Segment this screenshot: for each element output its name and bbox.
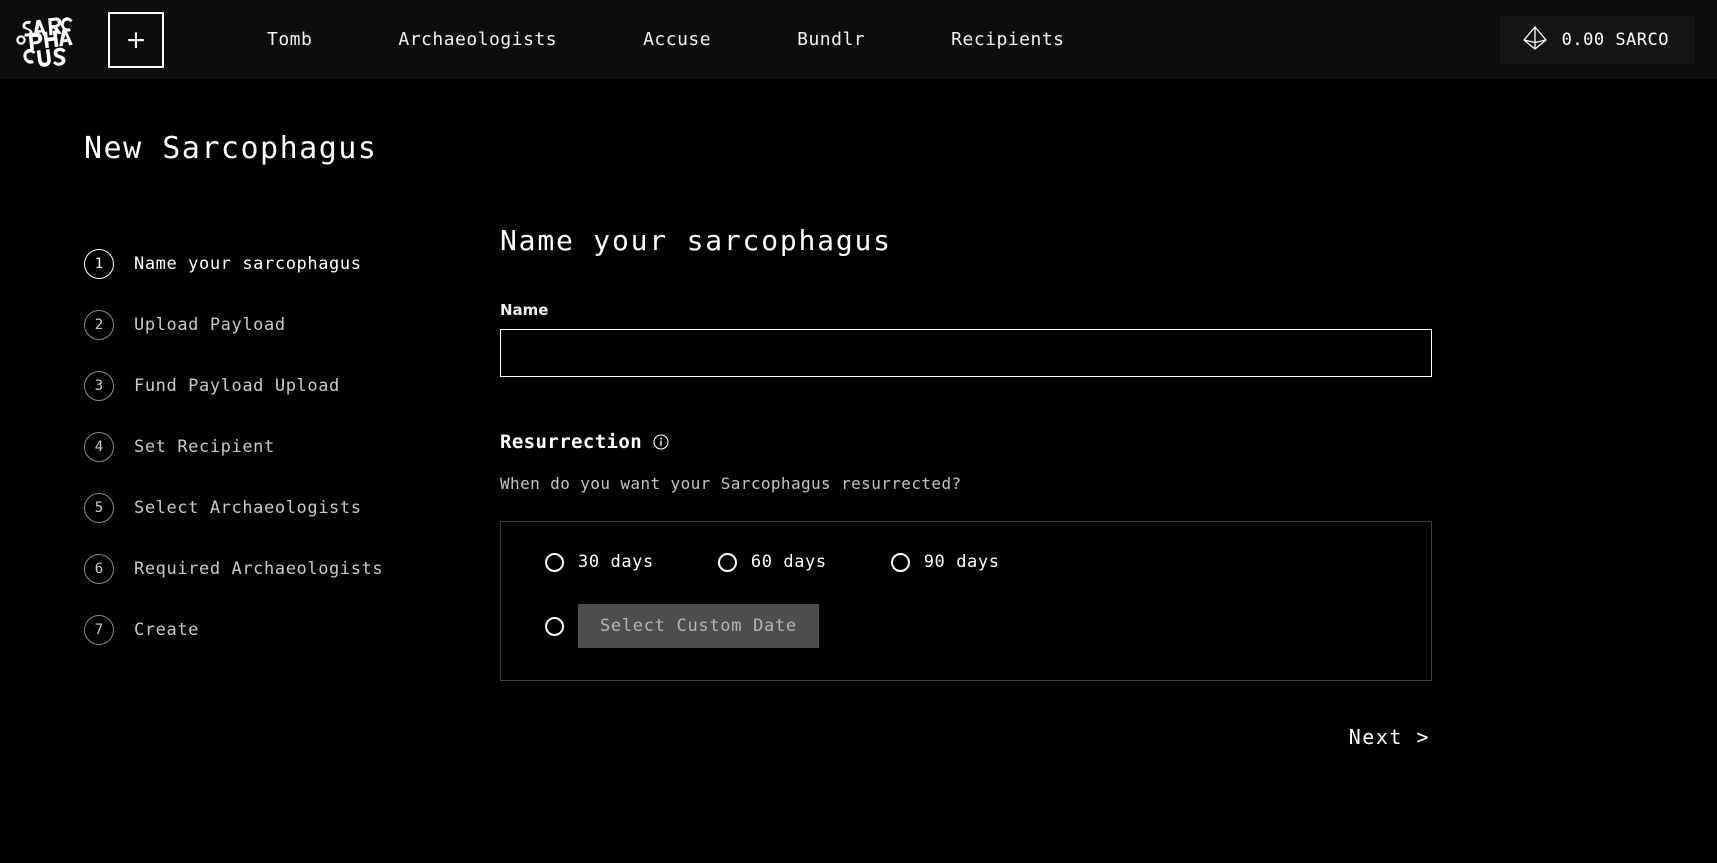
- step-number-badge: 2: [84, 309, 114, 340]
- sidebar-step-3[interactable]: 3 Fund Payload Upload: [84, 355, 500, 416]
- step-number-badge: 5: [84, 492, 114, 523]
- select-custom-date-button[interactable]: Select Custom Date: [578, 604, 819, 648]
- nav-link-recipients[interactable]: Recipients: [908, 29, 1107, 50]
- name-input[interactable]: [500, 329, 1432, 377]
- nav-link-accuse[interactable]: Accuse: [600, 29, 754, 50]
- step-number-badge: 4: [84, 431, 114, 462]
- radio-label: 30 days: [578, 552, 654, 572]
- name-field-label: Name: [500, 301, 549, 319]
- radio-label: 90 days: [923, 552, 1000, 572]
- sarco-diamond-icon: [1522, 25, 1548, 55]
- resurrection-custom-row: Select Custom Date: [545, 604, 1431, 648]
- sidebar-step-label: Required Archaeologists: [134, 558, 384, 579]
- sidebar-step-label: Select Archaeologists: [134, 497, 362, 518]
- radio-circle-icon[interactable]: [545, 552, 564, 572]
- sidebar-step-label: Set Recipient: [134, 436, 275, 457]
- sidebar-step-4[interactable]: 4 Set Recipient: [84, 416, 500, 477]
- radio-label: 60 days: [750, 552, 827, 572]
- sidebar-step-label: Create: [134, 619, 200, 640]
- sarco-balance-button[interactable]: 0.00 SARCO: [1499, 16, 1695, 64]
- resurrection-section-head: Resurrection: [500, 431, 1432, 453]
- nav-link-bundlr[interactable]: Bundlr: [754, 29, 908, 50]
- sidebar-step-7[interactable]: 7 Create: [84, 599, 500, 660]
- sidebar-step-1[interactable]: 1 Name your sarcophagus: [84, 233, 500, 294]
- next-button[interactable]: Next >: [1347, 719, 1432, 755]
- step-number-badge: 1: [84, 248, 114, 279]
- top-navbar: + Tomb Archaeologists Accuse Bundlr Reci…: [0, 0, 1717, 79]
- page-title: New Sarcophagus: [84, 131, 378, 166]
- radio-circle-icon[interactable]: [717, 552, 737, 572]
- resurrection-title: Resurrection: [500, 431, 643, 453]
- info-circle-icon[interactable]: [653, 434, 669, 450]
- radio-option-30-days[interactable]: 30 days: [545, 552, 654, 572]
- resurrection-options-box: 30 days 60 days 90 days Select Custom Da…: [500, 521, 1432, 681]
- sidebar-step-6[interactable]: 6 Required Archaeologists: [84, 538, 500, 599]
- step-number-badge: 6: [84, 553, 114, 584]
- sarcophagus-logo-icon[interactable]: [10, 10, 76, 70]
- plus-icon: +: [125, 25, 147, 54]
- content-row: 1 Name your sarcophagus 2 Upload Payload…: [0, 224, 1717, 755]
- step-number-badge: 7: [84, 614, 114, 645]
- radio-circle-icon-custom[interactable]: [545, 616, 564, 636]
- sidebar-step-label: Name your sarcophagus: [134, 253, 362, 274]
- step-number-badge: 3: [84, 370, 114, 401]
- radio-option-90-days[interactable]: 90 days: [890, 552, 1000, 572]
- sidebar-step-2[interactable]: 2 Upload Payload: [84, 294, 500, 355]
- sarco-balance-amount: 0.00 SARCO: [1561, 30, 1669, 50]
- resurrection-description: When do you want your Sarcophagus resurr…: [500, 474, 962, 493]
- sidebar-step-5[interactable]: 5 Select Archaeologists: [84, 477, 500, 538]
- sidebar-step-label: Fund Payload Upload: [134, 375, 340, 396]
- nav-link-archaeologists[interactable]: Archaeologists: [355, 29, 600, 50]
- nav-links: Tomb Archaeologists Accuse Bundlr Recipi…: [224, 29, 1108, 50]
- sidebar-step-label: Upload Payload: [134, 314, 286, 335]
- form-heading: Name your sarcophagus: [500, 224, 892, 257]
- radio-option-60-days[interactable]: 60 days: [717, 552, 827, 572]
- name-sarcophagus-form: Name your sarcophagus Name Resurrection …: [500, 224, 1510, 755]
- radio-circle-icon[interactable]: [890, 552, 910, 572]
- new-sarcophagus-button[interactable]: +: [108, 11, 164, 68]
- nav-link-tomb[interactable]: Tomb: [224, 29, 355, 50]
- steps-sidebar: 1 Name your sarcophagus 2 Upload Payload…: [0, 224, 500, 660]
- resurrection-preset-row: 30 days 60 days 90 days: [545, 552, 1431, 572]
- page-body: New Sarcophagus 1 Name your sarcophagus …: [0, 79, 1717, 755]
- form-footer: Next >: [500, 719, 1432, 755]
